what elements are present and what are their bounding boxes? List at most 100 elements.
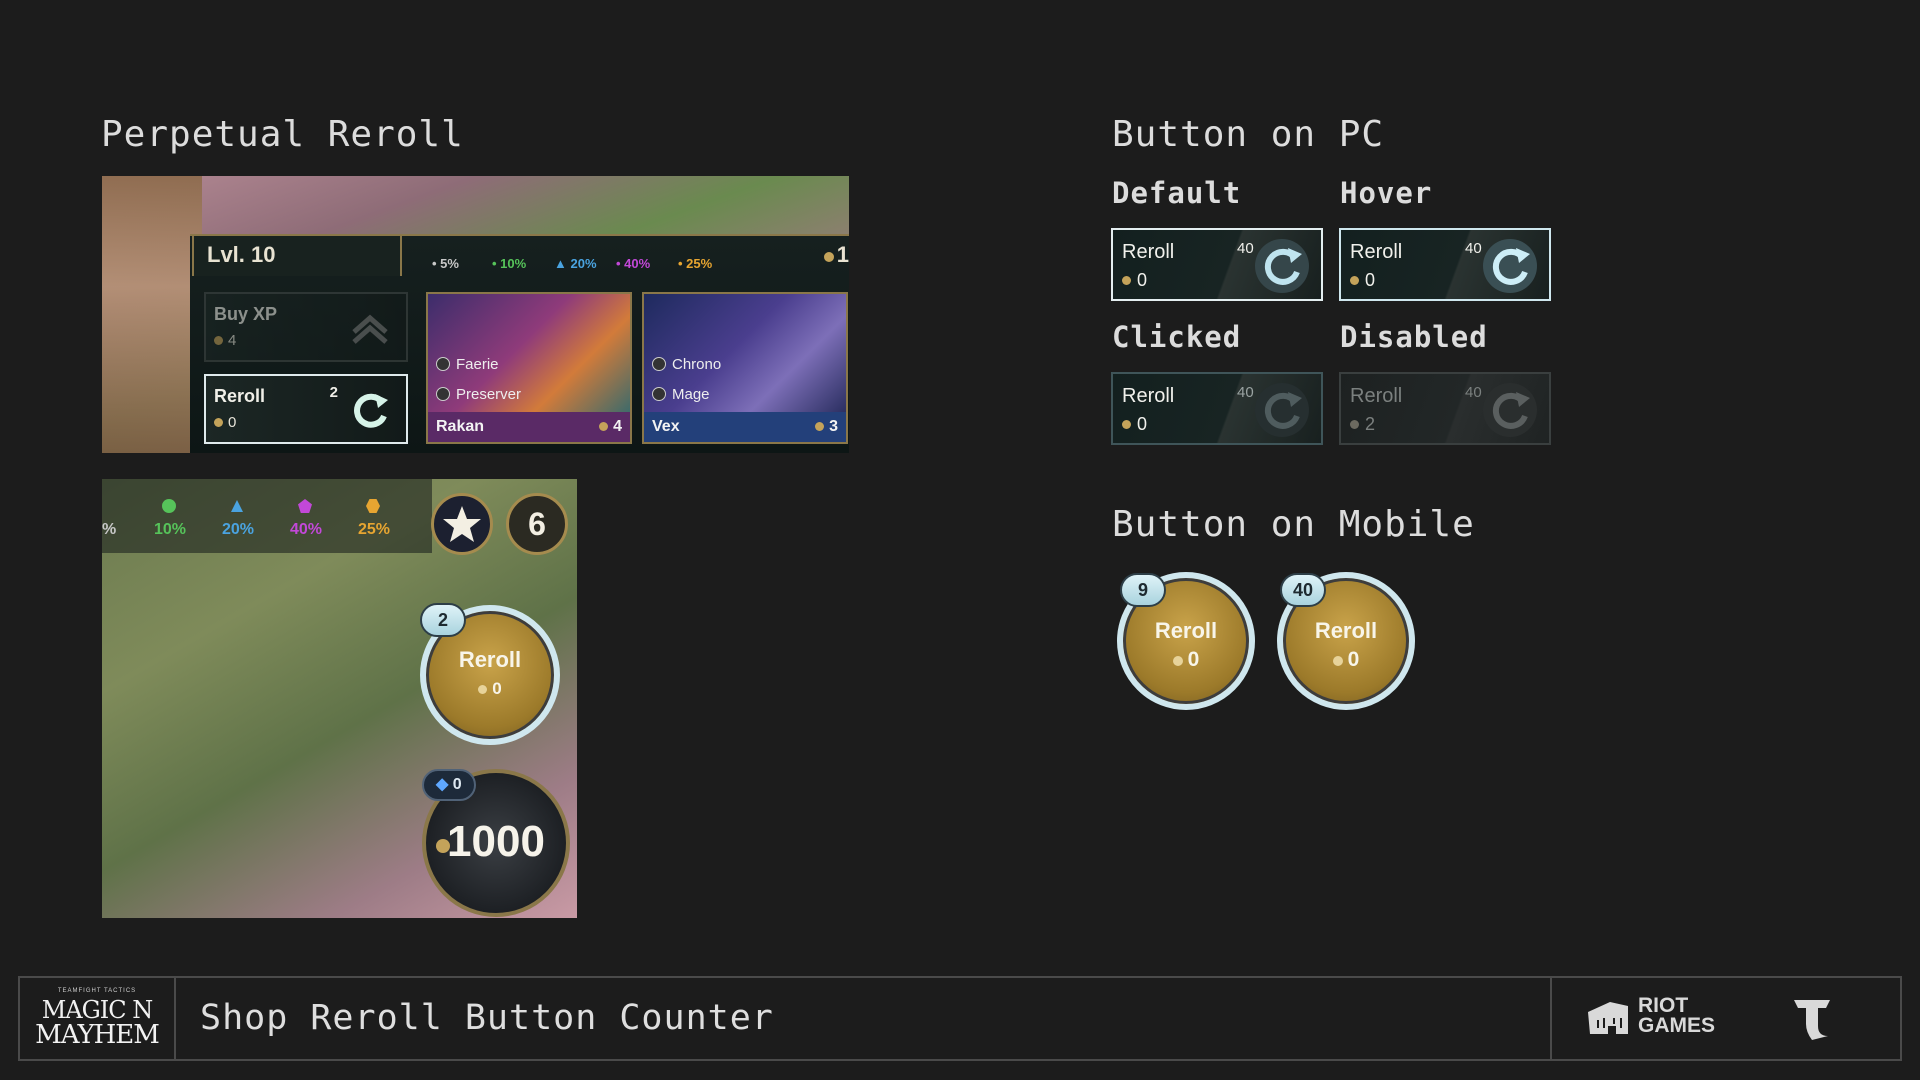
trait-faerie: Faerie: [436, 356, 499, 373]
mobile-reroll-counter: 40: [1280, 573, 1326, 607]
shop-reroll-counter: 2: [329, 384, 338, 401]
reroll-label: Reroll: [1350, 385, 1403, 407]
riot-fist-icon: [1588, 1002, 1628, 1034]
footer-bar: TEAMFIGHT TACTICS MAGIC N MAYHEM Shop Re…: [18, 976, 1902, 1061]
odds-tier-2: 10%: [154, 521, 187, 538]
mobile-reroll-cost: 0: [426, 679, 554, 699]
gold-coin-icon: [214, 418, 223, 427]
pc-reroll-button-disabled: Reroll 2 40: [1339, 372, 1551, 445]
odds-tier-2: • 10%: [492, 256, 527, 271]
gold-coin-icon: [1172, 656, 1183, 666]
reroll-counter: 40: [1237, 240, 1254, 257]
reroll-cost: 0: [1365, 270, 1376, 290]
footer-title: Shop Reroll Button Counter: [200, 998, 774, 1038]
champion-name: Rakan: [436, 418, 485, 435]
champion-cost: 4: [599, 418, 622, 436]
odds-tier-4: • 40%: [616, 256, 651, 271]
perpetual-reroll-title: Perpetual Reroll: [101, 114, 464, 155]
board-rock: [102, 176, 202, 453]
state-label-hover: Hover: [1340, 176, 1433, 210]
shop-reroll-label: Reroll: [214, 386, 266, 406]
odds-tier-3: 20%: [222, 521, 255, 538]
reroll-counter: 40: [1465, 240, 1482, 257]
reroll-cost: 0: [1137, 270, 1148, 290]
reroll-label: Reroll: [1122, 241, 1175, 263]
odds-bar: [102, 479, 432, 553]
streak-badge: ◆ 0: [422, 769, 476, 801]
level-badge: 6: [506, 493, 568, 555]
gold-coin-icon: [1122, 420, 1131, 429]
state-label-default: Default: [1112, 176, 1242, 210]
trait-preserver: Preserver: [436, 386, 521, 403]
shop-reroll-cost: 0: [228, 414, 237, 431]
mobile-reroll-label: Reroll: [1154, 618, 1218, 643]
reroll-arrow-icon: [1483, 383, 1537, 437]
magic-n-mayhem-logo: TEAMFIGHT TACTICS MAGIC N MAYHEM: [20, 978, 176, 1059]
reroll-arrow-icon: [354, 393, 388, 428]
mobile-reroll-counter: 2: [420, 603, 466, 637]
odds-marker: [162, 499, 176, 513]
state-label-disabled: Disabled: [1340, 320, 1488, 354]
player-level: Lvl. 10: [207, 242, 276, 267]
reroll-arrow-icon: [1255, 383, 1309, 437]
reroll-counter: 40: [1465, 384, 1482, 401]
pc-shop-screenshot: Lvl. 10 • 5% • 10% ▲ 20% • 40% • 25% 1 B…: [102, 176, 849, 453]
trait-mage: Mage: [652, 386, 710, 403]
mobile-reroll-cost: 0: [1123, 648, 1249, 672]
gold-coin-icon: [478, 685, 488, 694]
reroll-label: Reroll: [1350, 241, 1403, 263]
champion-card-vex[interactable]: Chrono Mage Vex 3: [642, 292, 848, 444]
gold-coin-icon: [1350, 276, 1359, 285]
gold-coin-icon: [815, 422, 825, 431]
odds-marker: [231, 500, 243, 512]
gold-coin-icon: [214, 336, 223, 345]
mobile-reroll-label: Reroll: [1314, 618, 1378, 643]
gold-coin-icon: [1332, 656, 1343, 666]
trait-chrono: Chrono: [652, 356, 721, 373]
gold-amount: 1000: [447, 817, 545, 866]
publisher-logos: RIOT GAMES: [1550, 978, 1900, 1059]
mobile-reroll-counter: 9: [1120, 573, 1166, 607]
buy-xp-label: Buy XP: [214, 304, 278, 324]
streak-flame-icon: ◆: [436, 776, 449, 793]
champion-card-rakan[interactable]: Faerie Preserver Rakan 4: [426, 292, 632, 444]
mobile-shop-screenshot: % 10% 20% 40% 25% 6 Reroll 0 2 1000 ◆ 0: [102, 479, 577, 918]
reroll-counter: 40: [1237, 384, 1254, 401]
pc-reroll-button-hover[interactable]: Reroll 0 40: [1339, 228, 1551, 301]
odds-tier-5: 25%: [358, 521, 391, 538]
buy-xp-chevron-icon: [352, 314, 388, 344]
pc-reroll-button-clicked[interactable]: Reroll 0 40: [1111, 372, 1323, 445]
mobile-reroll-label: Reroll: [458, 647, 522, 672]
odds-tier-4: 40%: [290, 521, 323, 538]
buy-xp-button[interactable]: Buy XP 4: [204, 292, 408, 362]
odds-tier-5: • 25%: [678, 256, 713, 271]
tft-logo-icon: [1794, 1000, 1830, 1040]
odds-tier-1: • 5%: [432, 256, 459, 271]
reroll-arrow-icon: [1255, 239, 1309, 293]
button-on-mobile-title: Button on Mobile: [1112, 504, 1475, 545]
button-on-pc-title: Button on PC: [1112, 114, 1385, 155]
buy-xp-cost: 4: [228, 332, 237, 349]
mobile-reroll-cost: 0: [1283, 648, 1409, 672]
shop-reroll-button[interactable]: Reroll 0 2: [204, 374, 408, 444]
logo-small-text: TEAMFIGHT TACTICS: [57, 988, 137, 994]
odds-tier-1: %: [102, 521, 117, 538]
reroll-cost: 0: [1137, 414, 1148, 434]
champion-cost: 3: [815, 418, 838, 436]
star-icon: [443, 506, 481, 542]
odds-tier-3: ▲ 20%: [554, 256, 597, 271]
pc-reroll-button-default[interactable]: Reroll 0 40: [1111, 228, 1323, 301]
level-badge-value: 6: [528, 506, 546, 542]
reroll-label: Reroll: [1122, 385, 1175, 407]
star-button[interactable]: [431, 493, 493, 555]
logo-bottom-text: MAYHEM: [35, 1020, 160, 1050]
reroll-arrow-icon: [1483, 239, 1537, 293]
state-label-clicked: Clicked: [1112, 320, 1242, 354]
reroll-cost: 2: [1365, 414, 1376, 434]
gold-coin-icon: [599, 422, 609, 431]
riot-games-wordmark: RIOT GAMES: [1638, 994, 1716, 1037]
champion-name: Vex: [652, 418, 680, 435]
gold-coin-icon: [1122, 276, 1131, 285]
player-gold-partial: 1: [823, 242, 849, 268]
gold-coin-icon: [1350, 420, 1359, 429]
